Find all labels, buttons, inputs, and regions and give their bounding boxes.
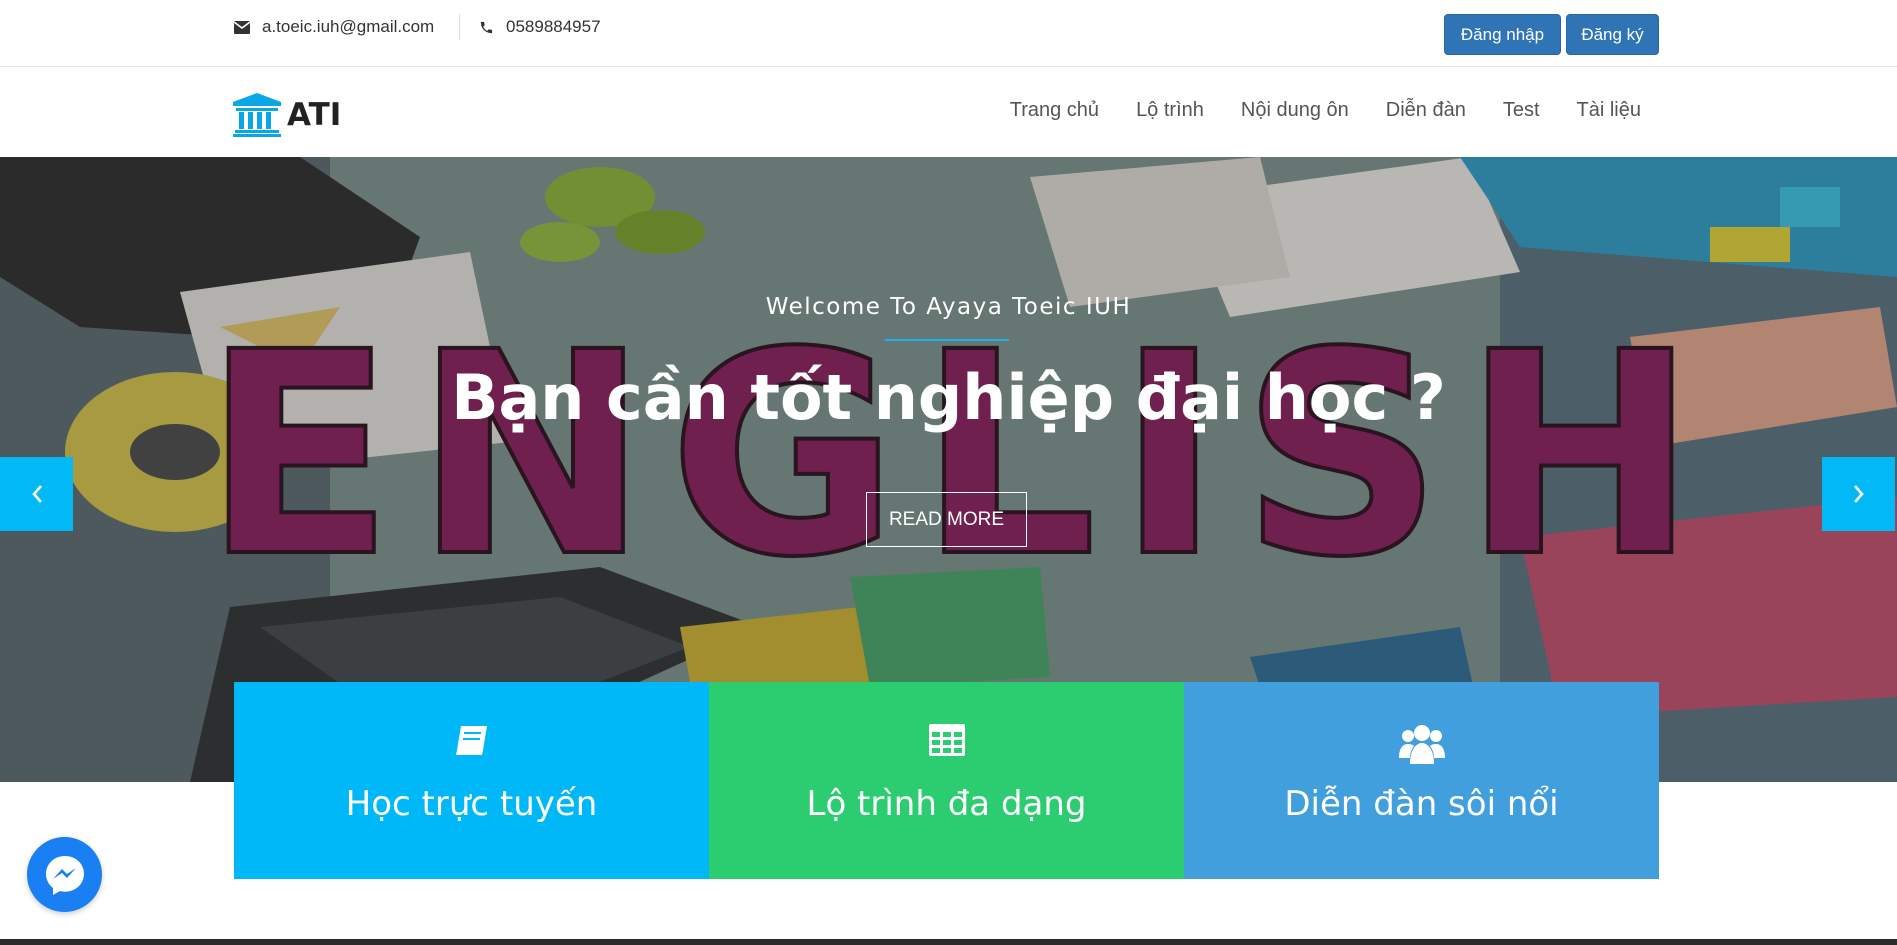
register-button[interactable]: Đăng ký — [1566, 14, 1659, 55]
chevron-left-icon — [31, 485, 42, 503]
hero-subtitle: Welcome To Ayaya Toeic IUH — [765, 294, 1132, 320]
hero-underline — [885, 339, 1009, 341]
features-row: Học trực tuyến Lộ trình đa dạng Diễn đàn… — [234, 682, 1659, 879]
feature-forum[interactable]: Diễn đàn sôi nổi — [1184, 682, 1659, 879]
nav-item-home[interactable]: Trang chủ — [1010, 99, 1099, 122]
login-button[interactable]: Đăng nhập — [1444, 14, 1561, 55]
slider-next-button[interactable] — [1822, 457, 1895, 531]
chevron-right-icon — [1853, 485, 1864, 503]
contact-email[interactable]: a.toeic.iuh@gmail.com — [234, 16, 434, 38]
phone-icon — [480, 21, 493, 33]
main-navbar: ATI Trang chủ Lộ trình Nội dung ôn Diễn … — [0, 68, 1897, 157]
phone-text: 0589884957 — [506, 17, 601, 36]
bottom-strip — [0, 939, 1897, 945]
nav-item-forum[interactable]: Diễn đàn — [1386, 99, 1466, 122]
nav-item-test[interactable]: Test — [1503, 99, 1540, 122]
grid-icon — [928, 724, 965, 756]
contact-phone[interactable]: 0589884957 — [479, 16, 601, 38]
feature-online-learning[interactable]: Học trực tuyến — [234, 682, 709, 879]
feature-label: Học trực tuyến — [345, 784, 598, 824]
slider-prev-button[interactable] — [0, 457, 73, 531]
book-icon — [455, 726, 487, 755]
institution-icon — [233, 93, 281, 137]
feature-label: Lộ trình đa dạng — [806, 784, 1087, 824]
nav-item-documents[interactable]: Tài liệu — [1577, 99, 1641, 122]
hero-title: Bạn cần tốt nghiệp đại học ? — [451, 361, 1446, 434]
read-more-button[interactable]: READ MORE — [866, 492, 1027, 547]
feature-label: Diễn đàn sôi nổi — [1284, 784, 1559, 824]
users-icon — [1398, 725, 1445, 764]
feature-roadmap[interactable]: Lộ trình đa dạng — [709, 682, 1184, 879]
messenger-chat-button[interactable] — [27, 837, 102, 912]
top-bar: a.toeic.iuh@gmail.com 0589884957 Đăng nh… — [0, 0, 1897, 67]
nav-item-content[interactable]: Nội dung ôn — [1241, 99, 1349, 122]
divider — [459, 14, 460, 40]
messenger-icon — [45, 855, 84, 895]
email-text: a.toeic.iuh@gmail.com — [262, 17, 435, 36]
logo-text: ATI — [287, 97, 342, 133]
site-logo[interactable]: ATI — [233, 93, 341, 137]
nav-item-roadmap[interactable]: Lộ trình — [1136, 99, 1204, 122]
nav-menu: Trang chủ Lộ trình Nội dung ôn Diễn đàn … — [973, 99, 1641, 122]
envelope-icon — [234, 20, 250, 34]
